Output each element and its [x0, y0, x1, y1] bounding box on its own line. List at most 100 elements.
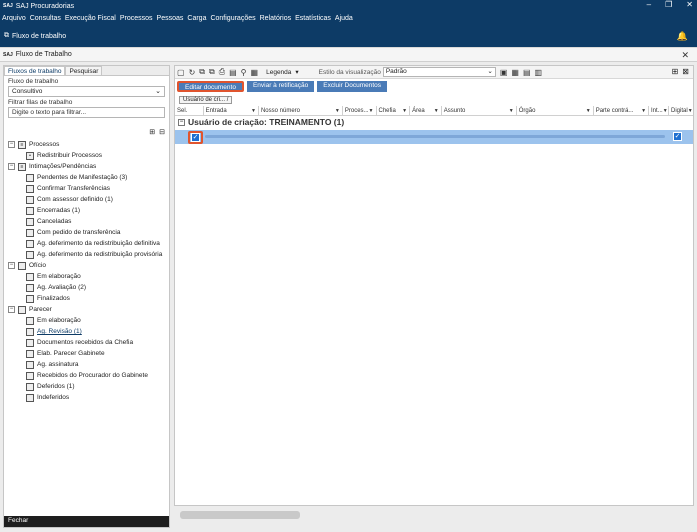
tab-pesquisar[interactable]: Pesquisar — [65, 66, 103, 75]
tree-item-ag-avaliacao[interactable]: Ag. Avaliação (2) — [8, 282, 168, 293]
collapse-icon[interactable]: − — [8, 163, 15, 170]
tree-node-oficio[interactable]: − Ofício — [8, 260, 168, 271]
fluxo-select[interactable]: Consultivo ⌄ — [8, 86, 165, 97]
row-select-checkbox[interactable]: ✓ — [191, 133, 200, 142]
export-icon[interactable]: ▤ — [229, 68, 237, 77]
menu-processos[interactable]: Processos — [120, 15, 153, 22]
menu-carga[interactable]: Carga — [187, 15, 206, 22]
tree-item-redistribuir[interactable]: • Redistribuir Processos — [8, 150, 168, 161]
tree-item-finalizados[interactable]: Finalizados — [8, 293, 168, 304]
fechar-button[interactable]: Fechar — [4, 516, 169, 527]
list-view-icon[interactable]: ▥ — [535, 68, 543, 77]
tree-item-com-assessor[interactable]: Com assessor definido (1) — [8, 194, 168, 205]
grid-icon — [26, 206, 34, 215]
grid-view-icon[interactable]: ▤ — [523, 68, 531, 77]
group-chip[interactable]: Usuário de cri... / — [179, 96, 233, 104]
duplicate-icon[interactable]: ⧉ — [209, 67, 215, 77]
app-logo: SAJ — [3, 3, 13, 9]
close-icon[interactable]: ✕ — [686, 0, 693, 9]
refresh-icon[interactable]: ↻ — [189, 68, 196, 77]
tree-item-redistribuicao-definitiva[interactable]: Ag. deferimento da redistribuição defini… — [8, 238, 168, 249]
col-digital[interactable]: Digital ▼ — [669, 106, 693, 115]
enviar-retificacao-button[interactable]: Enviar à retificação — [246, 81, 315, 92]
grid-icon — [26, 217, 34, 226]
save-view-icon[interactable]: ▣ — [500, 68, 508, 77]
tree-item-oficio-elaboracao[interactable]: Em elaboração — [8, 271, 168, 282]
editar-documento-button[interactable]: Editar documento — [177, 81, 244, 92]
excluir-documentos-button[interactable]: Excluir Documentos — [317, 81, 388, 92]
menu-relatorios[interactable]: Relatórios — [260, 15, 292, 22]
print-icon[interactable]: ⎙ — [219, 67, 225, 77]
filter-icon[interactable]: ⚲ — [241, 68, 247, 77]
tree-layout-icon[interactable]: ⊞ — [672, 67, 679, 76]
filtrar-input[interactable]: Digite o texto para filtrar... — [8, 107, 165, 118]
pen-icon — [26, 349, 34, 358]
signature-icon — [26, 360, 34, 369]
new-doc-icon[interactable]: ▢ — [177, 68, 185, 77]
redacted-footer — [180, 511, 300, 519]
menu-execucao-fiscal[interactable]: Execução Fiscal — [65, 15, 116, 22]
fluxo-trabalho-button[interactable]: ⧉ Fluxo de trabalho — [4, 32, 66, 40]
menu-ajuda[interactable]: Ajuda — [335, 15, 353, 22]
tree-item-pedido-transferencia[interactable]: Com pedido de transferência — [8, 227, 168, 238]
tree-node-intimacoes[interactable]: − ≡ Intimações/Pendências — [8, 161, 168, 172]
expand-all-icon[interactable]: ⊞ — [149, 128, 155, 136]
menu-consultas[interactable]: Consultas — [30, 15, 61, 22]
col-nosso-numero[interactable]: Nosso número ▼ — [259, 106, 343, 115]
collapse-icon[interactable]: − — [8, 141, 15, 148]
copy-icon[interactable]: ⧉ — [199, 67, 205, 77]
tree-item-confirmar[interactable]: Confirmar Transferências — [8, 183, 168, 194]
estilo-select[interactable]: Padrão ⌄ — [382, 67, 496, 77]
dropdown-icon: ▼ — [585, 107, 591, 114]
tree-node-parecer[interactable]: − Parecer — [8, 304, 168, 315]
menu-pessoas[interactable]: Pessoas — [157, 15, 184, 22]
col-area[interactable]: Área ▼ — [410, 106, 442, 115]
tree-item-parecer-elaboracao[interactable]: Em elaboração — [8, 315, 168, 326]
tree-item-recebidos-procurador[interactable]: Recebidos do Procurador do Gabinete — [8, 370, 168, 381]
sort-icon: / — [226, 97, 229, 103]
col-assunto[interactable]: Assunto ▼ — [442, 106, 517, 115]
col-sel[interactable]: Sel. — [175, 106, 204, 115]
tree-item-indeferidos[interactable]: Indeferidos — [8, 392, 168, 403]
tree-item-deferidos[interactable]: Deferidos (1) — [8, 381, 168, 392]
bell-icon[interactable]: 🔔 — [677, 31, 688, 42]
menu-estatisticas[interactable]: Estatísticas — [295, 15, 331, 22]
col-entrada[interactable]: Entrada ▼ — [204, 106, 259, 115]
tree-item-ag-revisao[interactable]: Ag. Revisão (1) — [8, 326, 168, 337]
delete-view-icon[interactable]: ▦ — [511, 68, 519, 77]
collapse-all-icon[interactable]: ⊟ — [159, 128, 165, 136]
col-chefia[interactable]: Chefia ▼ — [377, 106, 411, 115]
estilo-select-value: Padrão — [385, 68, 407, 75]
col-orgao[interactable]: Órgão ▼ — [517, 106, 594, 115]
collapse-icon[interactable]: − — [8, 262, 15, 269]
collapse-icon[interactable]: − — [8, 306, 15, 313]
tree-item-documentos-chefia[interactable]: Documentos recebidos da Chefia — [8, 337, 168, 348]
tab-fluxos[interactable]: Fluxos de trabalho — [4, 66, 66, 75]
transfer-icon — [26, 228, 34, 237]
restore-icon[interactable]: ❐ — [665, 0, 672, 9]
tree-item-redistribuicao-provisoria[interactable]: Ag. deferimento da redistribuição provis… — [8, 249, 168, 260]
digital-checkbox[interactable]: ✓ — [673, 132, 682, 141]
tree-item-ag-assinatura[interactable]: Ag. assinatura — [8, 359, 168, 370]
minimize-icon[interactable]: – — [647, 0, 651, 9]
collapse-icon[interactable]: − — [178, 118, 185, 126]
tree-tools: ⊞ ⊟ — [149, 128, 165, 136]
close-window-icon[interactable]: ✕ — [681, 50, 689, 61]
menu-configuracoes[interactable]: Configurações — [210, 15, 255, 22]
menu-arquivo[interactable]: Arquivo — [2, 15, 26, 22]
select-checkbox-highlight: ✓ — [188, 131, 203, 144]
tree-item-pendentes[interactable]: Pendentes de Manifestação (3) — [8, 172, 168, 183]
col-int[interactable]: Int... ▼ — [649, 106, 670, 115]
tree-node-processos[interactable]: − ≡ Processos — [8, 139, 168, 150]
table-row[interactable]: ✓ ✓ — [175, 130, 693, 144]
folder-icon — [26, 382, 34, 391]
col-processo[interactable]: Proces... ▼ — [343, 106, 377, 115]
legenda-dropdown[interactable]: Legenda — [266, 69, 291, 76]
close-panel-icon[interactable]: ⊠ — [682, 67, 689, 76]
tree-item-encerradas[interactable]: Encerradas (1) — [8, 205, 168, 216]
tree-item-canceladas[interactable]: Canceladas — [8, 216, 168, 227]
col-parte-contraria[interactable]: Parte contrá... ▼ — [594, 106, 650, 115]
legend-icon: ▦ — [250, 67, 259, 77]
transfer-icon — [26, 184, 34, 193]
tree-item-elab-parecer-gabinete[interactable]: Elab. Parecer Gabinete — [8, 348, 168, 359]
